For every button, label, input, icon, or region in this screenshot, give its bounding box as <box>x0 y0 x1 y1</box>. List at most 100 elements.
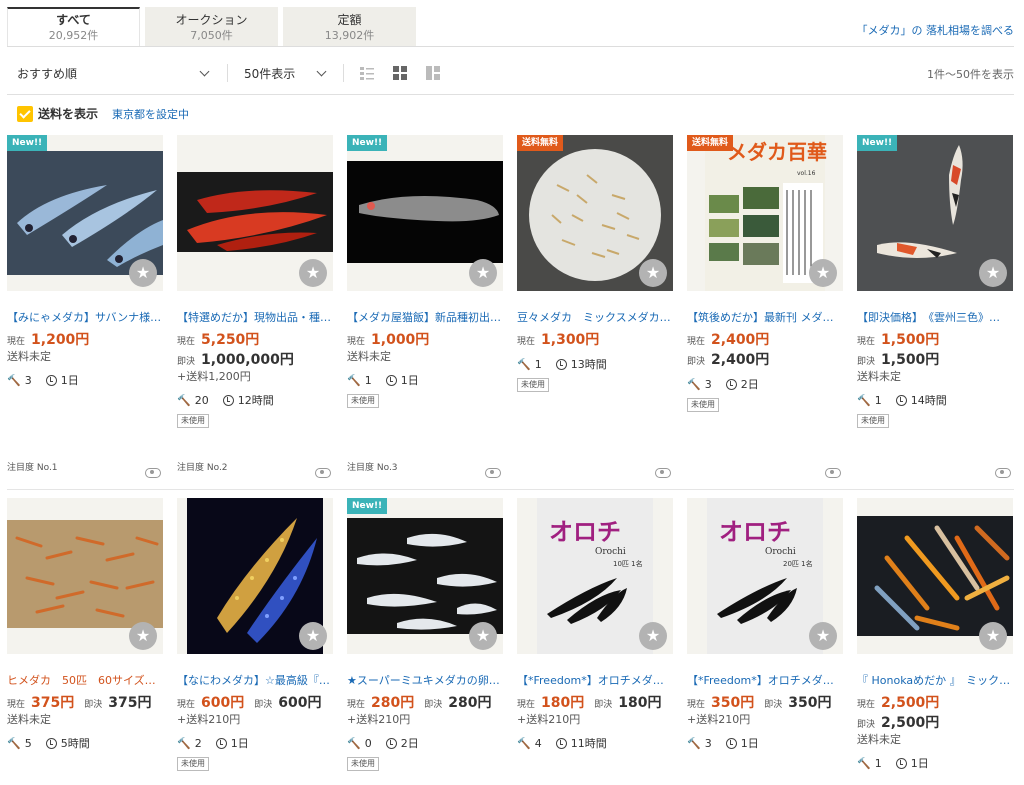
per-page-select-value: 50件表示 <box>244 66 296 81</box>
bid-count: 2 <box>194 736 202 750</box>
product-image[interactable]: ★ <box>7 498 163 654</box>
toolbar: おすすめ順 50件表示 1件〜50件を表示 <box>0 60 1024 86</box>
clock-icon <box>895 757 907 769</box>
product-title[interactable]: ★スーパーミユキメダカの卵… <box>347 672 503 688</box>
bid-count: 0 <box>364 736 372 750</box>
search-tabs: すべて 20,952件 オークション 7,050件 定額 13,902件 <box>7 7 421 47</box>
market-price-link[interactable]: 「メダカ」の 落札相場を調べる <box>857 22 1015 38</box>
product-image[interactable]: オロチ Orochi 20匹 1名 ★ <box>687 498 843 654</box>
sort-select-value: おすすめ順 <box>17 66 78 81</box>
orochi-count: 10匹 1名 <box>613 559 643 568</box>
product-title[interactable]: 【メダカ屋猫飯】新品種初出… <box>347 309 503 325</box>
product-title[interactable]: 『 Honokaめだか 』 ミック… <box>857 672 1013 688</box>
attention-rank: 注目度 No.1 <box>7 463 58 473</box>
product-image[interactable]: ★ <box>177 498 333 654</box>
product-title[interactable]: ヒメダカ 50匹 60サイズ発送 <box>7 672 163 688</box>
buynow-price: 2,400円 <box>711 352 770 368</box>
shipping-region-link[interactable]: 東京都を設定中 <box>112 106 189 122</box>
watchlist-star-button[interactable]: ★ <box>129 259 157 287</box>
product-image[interactable]: ★ <box>177 135 333 291</box>
eye-icon[interactable] <box>485 468 501 478</box>
per-page-select[interactable]: 50件表示 <box>244 60 328 86</box>
bid-meta: 🔨 20 12時間 <box>177 392 333 408</box>
product-title[interactable]: 【なにわメダカ】☆最高級『… <box>177 672 333 688</box>
watchlist-star-button[interactable]: ★ <box>469 622 497 650</box>
grid-view-icon[interactable] <box>393 66 407 80</box>
product-title[interactable]: 【*Freedom*】オロチメダカ… <box>517 672 673 688</box>
time-left: 2日 <box>400 737 419 750</box>
product-image[interactable]: New!! ★ <box>7 135 163 291</box>
bid-count: 1 <box>874 393 882 407</box>
bid-count: 20 <box>194 393 209 407</box>
shipping-checkbox[interactable] <box>17 105 33 122</box>
tab-all[interactable]: すべて 20,952件 <box>7 7 140 47</box>
divider <box>227 64 228 82</box>
product-image[interactable]: New!! ★ <box>347 498 503 654</box>
shipping-fee: +送料210円 <box>517 713 581 726</box>
tab-auction[interactable]: オークション 7,050件 <box>145 7 278 47</box>
watchlist-star-button[interactable]: ★ <box>639 622 667 650</box>
product-image[interactable]: オロチ Orochi 10匹 1名 ★ <box>517 498 673 654</box>
sort-select[interactable]: おすすめ順 <box>17 60 217 86</box>
buynow-price-label: 即決 <box>594 700 613 710</box>
eye-icon[interactable] <box>825 468 841 478</box>
watchlist-star-button[interactable]: ★ <box>809 259 837 287</box>
product-image[interactable]: ★ <box>857 498 1013 654</box>
product-card: New!! ★ 【みにゃメダカ】サバンナ様… 現在 1,200円 送料未定 🔨 … <box>7 135 163 388</box>
gavel-icon: 🔨 <box>857 756 871 770</box>
product-image[interactable]: メダカ百華 vol.16 送料無料 ★ <box>687 135 843 291</box>
clock-icon <box>385 374 397 386</box>
eye-icon[interactable] <box>995 468 1011 478</box>
watchlist-star-button[interactable]: ★ <box>979 259 1007 287</box>
book-cover-number: vol.16 <box>797 170 816 177</box>
bid-meta: 🔨 5 5時間 <box>7 735 163 751</box>
eye-icon[interactable] <box>315 468 331 478</box>
product-title[interactable]: 【筑後めだか】最新刊 メダカ… <box>687 309 843 325</box>
product-image[interactable]: New!! ★ <box>857 135 1013 291</box>
product-title[interactable]: 【特選めだか】現物出品・種… <box>177 309 333 325</box>
watchlist-star-button[interactable]: ★ <box>469 259 497 287</box>
product-card: ★ ヒメダカ 50匹 60サイズ発送 現在 375円 即決 375円 送料未定 … <box>7 498 163 751</box>
current-price-label: 現在 <box>7 700 26 710</box>
condition-tag: 未使用 <box>347 757 379 771</box>
gavel-icon: 🔨 <box>7 373 21 387</box>
watchlist-star-button[interactable]: ★ <box>809 622 837 650</box>
watchlist-star-button[interactable]: ★ <box>299 259 327 287</box>
watchlist-star-button[interactable]: ★ <box>299 622 327 650</box>
product-image[interactable]: New!! ★ <box>347 135 503 291</box>
shipping-fee: 送料未定 <box>347 350 391 363</box>
bid-meta: 🔨 1 1日 <box>347 372 503 388</box>
gavel-icon: 🔨 <box>687 377 701 391</box>
gavel-icon: 🔨 <box>177 736 191 750</box>
product-card: オロチ Orochi 10匹 1名 ★ 【*Freedom*】オロチメダカ… 現… <box>517 498 673 751</box>
product-title[interactable]: 【*Freedom*】オロチメダカ… <box>687 672 843 688</box>
product-image[interactable]: 送料無料 ★ <box>517 135 673 291</box>
list-view-icon[interactable] <box>360 66 374 80</box>
condition-tag: 未使用 <box>517 378 549 392</box>
orochi-subtitle: Orochi <box>595 547 626 557</box>
time-left: 5時間 <box>60 737 90 750</box>
product-card: メダカ百華 vol.16 送料無料 ★ 【筑後めだか】最新刊 メダカ… 現在 2… <box>687 135 843 412</box>
tab-fixed-price[interactable]: 定額 13,902件 <box>283 7 416 47</box>
current-price-label: 現在 <box>7 337 26 347</box>
chevron-down-icon <box>199 66 210 77</box>
new-badge: New!! <box>347 498 388 514</box>
watchlist-star-button[interactable]: ★ <box>129 622 157 650</box>
product-card: オロチ Orochi 20匹 1名 ★ 【*Freedom*】オロチメダカ… 現… <box>687 498 843 751</box>
eye-icon[interactable] <box>655 468 671 478</box>
watchlist-star-button[interactable]: ★ <box>979 622 1007 650</box>
large-grid-view-icon[interactable] <box>426 66 440 80</box>
product-title[interactable]: 豆々メダカ ミックスメダカ… <box>517 309 673 325</box>
current-price: 375円 <box>31 695 75 711</box>
current-price-label: 現在 <box>857 700 876 710</box>
bid-count: 1 <box>364 373 372 387</box>
watchlist-star-button[interactable]: ★ <box>639 259 667 287</box>
product-title[interactable]: 【即決価格】 《雲州三色》… <box>857 309 1013 325</box>
time-left: 1日 <box>60 374 79 387</box>
bid-meta: 🔨 1 14時間 <box>857 392 1013 408</box>
product-card: New!! ★ 【メダカ屋猫飯】新品種初出… 現在 1,000円 送料未定 🔨 … <box>347 135 503 408</box>
bid-count: 1 <box>534 357 542 371</box>
product-title[interactable]: 【みにゃメダカ】サバンナ様… <box>7 309 163 325</box>
eye-icon[interactable] <box>145 468 161 478</box>
time-left: 1日 <box>400 374 419 387</box>
